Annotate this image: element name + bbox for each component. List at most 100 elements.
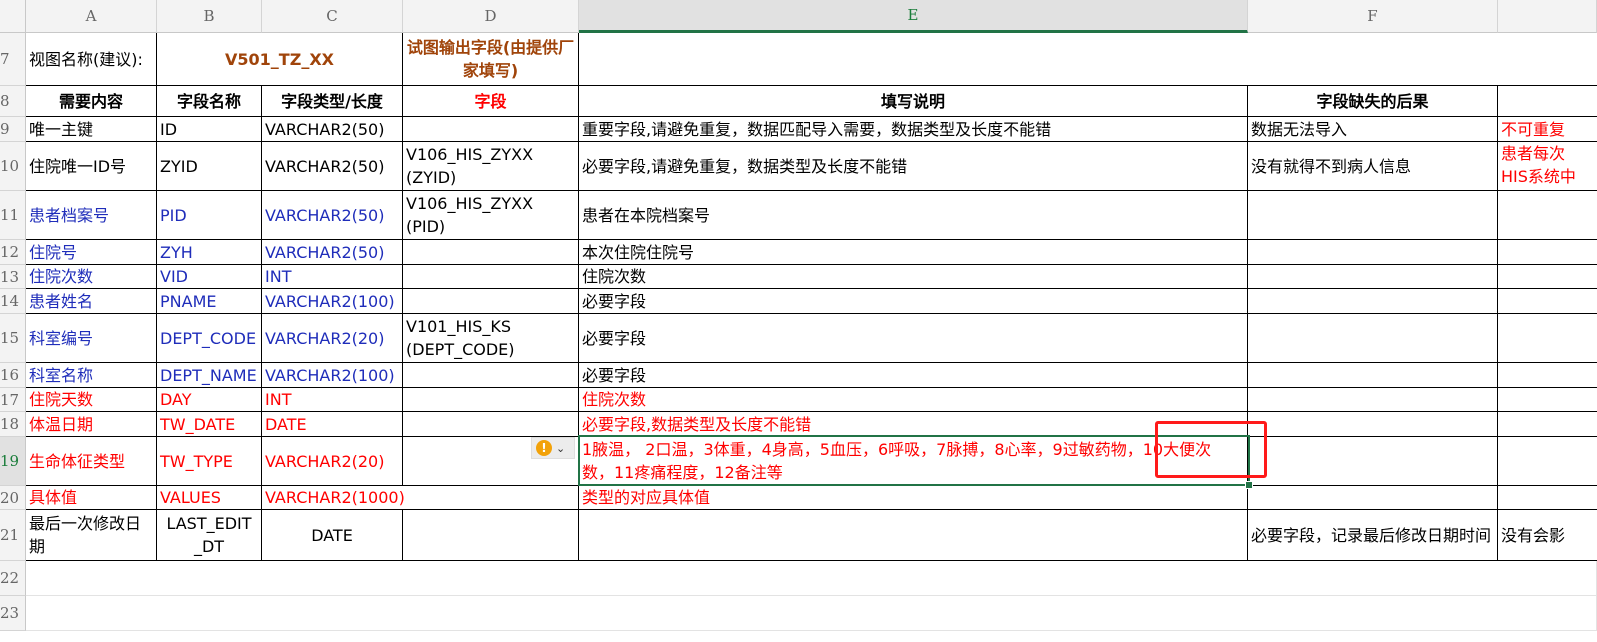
row-header-11[interactable]: 11 [0, 191, 26, 240]
cell-g10[interactable]: 患者每次 HIS系统中 [1498, 142, 1597, 191]
cell-g16[interactable] [1498, 363, 1597, 388]
cell-a17[interactable]: 住院天数 [26, 388, 157, 412]
cell-c20[interactable]: VARCHAR2(1000) [262, 486, 579, 510]
cell-b17[interactable]: DAY [157, 388, 262, 412]
cell-c15[interactable]: VARCHAR2(20) [262, 314, 403, 363]
cell-f8[interactable]: 字段缺失的后果 [1248, 86, 1498, 117]
column-header-d[interactable]: D [403, 0, 579, 33]
cell-c13[interactable]: INT [262, 265, 403, 289]
cell-b15[interactable]: DEPT_CODE [157, 314, 262, 363]
column-header-b[interactable]: B [157, 0, 262, 33]
cell-g9[interactable]: 不可重复 [1498, 117, 1597, 142]
cell-e14[interactable]: 必要字段 [579, 289, 1248, 314]
cell-c8[interactable]: 字段类型/长度 [262, 86, 403, 117]
column-header-e[interactable]: E [579, 0, 1248, 33]
fill-handle[interactable] [1245, 481, 1253, 489]
cell-b8[interactable]: 字段名称 [157, 86, 262, 117]
cell-d11[interactable]: V106_HIS_ZYXX (PID) [403, 191, 579, 240]
cell-f10[interactable]: 没有就得不到病人信息 [1248, 142, 1498, 191]
cell-e15[interactable]: 必要字段 [579, 314, 1248, 363]
row-header-19[interactable]: 19 [0, 437, 26, 486]
cell-a21[interactable]: 最后一次修改日期 [26, 510, 157, 561]
cell-e7[interactable] [579, 33, 1597, 86]
cell-d10[interactable]: V106_HIS_ZYXX (ZYID) [403, 142, 579, 191]
cell-f9[interactable]: 数据无法导入 [1248, 117, 1498, 142]
cell-a11[interactable]: 患者档案号 [26, 191, 157, 240]
cell-d13[interactable] [403, 265, 579, 289]
row-header-13[interactable]: 13 [0, 265, 26, 289]
cell-g8[interactable] [1498, 86, 1597, 117]
cell-e17[interactable]: 住院次数 [579, 388, 1248, 412]
cell-f19[interactable] [1248, 437, 1498, 486]
row-header-23[interactable]: 23 [0, 596, 26, 631]
cell-b14[interactable]: PNAME [157, 289, 262, 314]
cell-c14[interactable]: VARCHAR2(100) [262, 289, 403, 314]
row-header-18[interactable]: 18 [0, 412, 26, 437]
cell-c11[interactable]: VARCHAR2(50) [262, 191, 403, 240]
cell-c12[interactable]: VARCHAR2(50) [262, 240, 403, 265]
cell-f15[interactable] [1248, 314, 1498, 363]
row-header-12[interactable]: 12 [0, 240, 26, 265]
row-header-21[interactable]: 21 [0, 510, 26, 561]
row-22-empty[interactable] [26, 561, 1597, 596]
select-all-corner[interactable] [0, 0, 26, 33]
cell-g21[interactable]: 没有会影 [1498, 510, 1597, 561]
cell-b11[interactable]: PID [157, 191, 262, 240]
row-header-20[interactable]: 20 [0, 486, 26, 510]
cell-f21[interactable]: 必要字段，记录最后修改日期时间 [1248, 510, 1498, 561]
cell-a9[interactable]: 唯一主键 [26, 117, 157, 142]
row-header-15[interactable]: 15 [0, 314, 26, 363]
cell-g12[interactable] [1498, 240, 1597, 265]
cell-b7-merged[interactable]: V501_TZ_XX [157, 33, 403, 86]
cell-a16[interactable]: 科室名称 [26, 363, 157, 388]
cell-c21[interactable]: DATE [262, 510, 403, 561]
cell-c17[interactable]: INT [262, 388, 403, 412]
cell-e16[interactable]: 必要字段 [579, 363, 1248, 388]
cell-e19-selected[interactable]: 1腋温， 2口温，3体重，4身高，5血压，6呼吸，7脉搏，8心率，9过敏药物，1… [579, 437, 1248, 486]
cell-f16[interactable] [1248, 363, 1498, 388]
cell-a20[interactable]: 具体值 [26, 486, 157, 510]
cell-a7[interactable]: 视图名称(建议): [26, 33, 157, 86]
cell-d12[interactable] [403, 240, 579, 265]
cell-a18[interactable]: 体温日期 [26, 412, 157, 437]
cell-g13[interactable] [1498, 265, 1597, 289]
cell-c9[interactable]: VARCHAR2(50) [262, 117, 403, 142]
cell-e20[interactable]: 类型的对应具体值 [579, 486, 1248, 510]
cell-d8[interactable]: 字段 [403, 86, 579, 117]
cell-f18[interactable] [1248, 412, 1498, 437]
cell-d21[interactable] [403, 510, 579, 561]
cell-a19[interactable]: 生命体征类型 [26, 437, 157, 486]
cell-f12[interactable] [1248, 240, 1498, 265]
cell-g19[interactable] [1498, 437, 1597, 486]
cell-e18[interactable]: 必要字段,数据类型及长度不能错 [579, 412, 1248, 437]
column-header-f[interactable]: F [1248, 0, 1498, 33]
cell-g15[interactable] [1498, 314, 1597, 363]
cell-b21[interactable]: LAST_EDIT_DT [157, 510, 262, 561]
row-header-7[interactable]: 7 [0, 33, 26, 86]
cell-e10[interactable]: 必要字段,请避免重复，数据类型及长度不能错 [579, 142, 1248, 191]
row-header-17[interactable]: 17 [0, 388, 26, 412]
error-check-smart-tag[interactable]: ! ⌄ [531, 437, 575, 459]
cell-a12[interactable]: 住院号 [26, 240, 157, 265]
cell-c10[interactable]: VARCHAR2(50) [262, 142, 403, 191]
cell-g14[interactable] [1498, 289, 1597, 314]
cell-d9[interactable] [403, 117, 579, 142]
cell-g11[interactable] [1498, 191, 1597, 240]
cell-b20[interactable]: VALUES [157, 486, 262, 510]
cell-e11[interactable]: 患者在本院档案号 [579, 191, 1248, 240]
cell-e12[interactable]: 本次住院住院号 [579, 240, 1248, 265]
cell-g17[interactable] [1498, 388, 1597, 412]
cell-b18[interactable]: TW_DATE [157, 412, 262, 437]
cell-b9[interactable]: ID [157, 117, 262, 142]
cell-e8[interactable]: 填写说明 [579, 86, 1248, 117]
row-header-10[interactable]: 10 [0, 142, 26, 191]
cell-d17[interactable] [403, 388, 579, 412]
cell-b12[interactable]: ZYH [157, 240, 262, 265]
cell-a14[interactable]: 患者姓名 [26, 289, 157, 314]
cell-f20[interactable] [1248, 486, 1498, 510]
cell-a15[interactable]: 科室编号 [26, 314, 157, 363]
cell-d14[interactable] [403, 289, 579, 314]
cell-e21[interactable] [579, 510, 1248, 561]
cell-d7[interactable]: 试图输出字段(由提供厂家填写) [403, 33, 579, 86]
cell-b19[interactable]: TW_TYPE [157, 437, 262, 486]
